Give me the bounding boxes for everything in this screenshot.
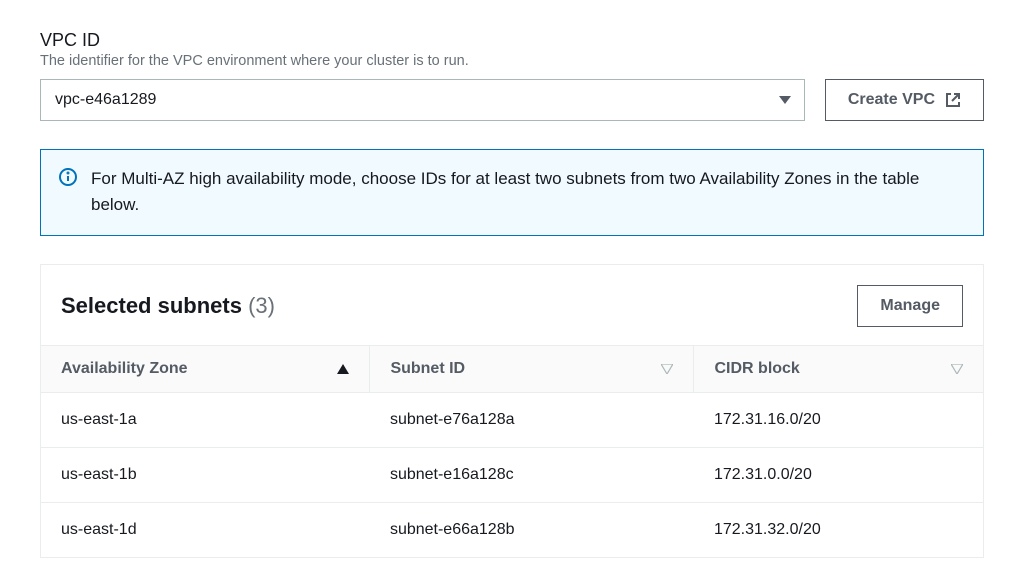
sort-asc-icon bbox=[337, 364, 349, 374]
selected-subnets-panel: Selected subnets (3) Manage Availability… bbox=[40, 264, 984, 558]
table-row: us-east-1d subnet-e66a128b 172.31.32.0/2… bbox=[41, 503, 983, 558]
multi-az-info: For Multi-AZ high availability mode, cho… bbox=[40, 149, 984, 236]
col-subnet-id-label: Subnet ID bbox=[390, 360, 465, 377]
cell-cidr: 172.31.16.0/20 bbox=[694, 393, 983, 448]
vpc-id-select-value: vpc-e46a1289 bbox=[55, 91, 156, 109]
cell-subnet-id: subnet-e16a128c bbox=[370, 448, 694, 503]
external-link-icon bbox=[945, 92, 961, 108]
cell-az: us-east-1b bbox=[41, 448, 370, 503]
selected-subnets-title-text: Selected subnets bbox=[61, 293, 242, 318]
cell-cidr: 172.31.0.0/20 bbox=[694, 448, 983, 503]
col-cidr-block-label: CIDR block bbox=[714, 360, 799, 377]
manage-subnets-button[interactable]: Manage bbox=[857, 285, 963, 327]
sort-none-icon bbox=[951, 364, 963, 374]
subnets-table: Availability Zone Subnet ID CIDR block bbox=[41, 345, 983, 557]
col-availability-zone-label: Availability Zone bbox=[61, 360, 188, 377]
cell-subnet-id: subnet-e76a128a bbox=[370, 393, 694, 448]
selected-subnets-count: (3) bbox=[248, 293, 275, 318]
col-subnet-id[interactable]: Subnet ID bbox=[370, 346, 694, 393]
table-row: us-east-1a subnet-e76a128a 172.31.16.0/2… bbox=[41, 393, 983, 448]
info-icon bbox=[59, 168, 77, 217]
vpc-id-help: The identifier for the VPC environment w… bbox=[40, 53, 984, 69]
cell-subnet-id: subnet-e66a128b bbox=[370, 503, 694, 558]
caret-down-icon bbox=[779, 96, 791, 104]
create-vpc-button-label: Create VPC bbox=[848, 91, 935, 109]
manage-subnets-button-label: Manage bbox=[880, 297, 940, 315]
cell-cidr: 172.31.32.0/20 bbox=[694, 503, 983, 558]
sort-none-icon bbox=[661, 364, 673, 374]
cell-az: us-east-1d bbox=[41, 503, 370, 558]
cell-az: us-east-1a bbox=[41, 393, 370, 448]
vpc-id-select[interactable]: vpc-e46a1289 bbox=[40, 79, 805, 121]
vpc-id-label: VPC ID bbox=[40, 30, 984, 51]
selected-subnets-title: Selected subnets (3) bbox=[61, 293, 275, 319]
create-vpc-button[interactable]: Create VPC bbox=[825, 79, 984, 121]
col-cidr-block[interactable]: CIDR block bbox=[694, 346, 983, 393]
multi-az-info-text: For Multi-AZ high availability mode, cho… bbox=[91, 166, 965, 217]
table-row: us-east-1b subnet-e16a128c 172.31.0.0/20 bbox=[41, 448, 983, 503]
col-availability-zone[interactable]: Availability Zone bbox=[41, 346, 370, 393]
